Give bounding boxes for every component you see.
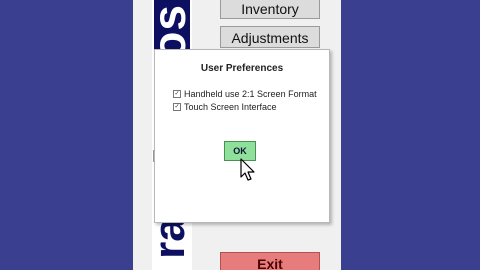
touch-screen-checkbox[interactable]: ✓	[173, 103, 181, 111]
handheld-format-label: Handheld use 2:1 Screen Format	[184, 89, 317, 99]
mouse-pointer-icon	[240, 158, 255, 181]
handheld-format-checkbox[interactable]: ✓	[173, 90, 181, 98]
dialog-title: User Preferences	[200, 63, 284, 74]
exit-button[interactable]: Exit	[220, 252, 320, 270]
user-preferences-dialog: User Preferences ✓ Handheld use 2:1 Scre…	[154, 49, 330, 223]
adjustments-button[interactable]: Adjustments	[220, 26, 320, 48]
touch-screen-label: Touch Screen Interface	[184, 102, 277, 112]
option-touch-screen[interactable]: ✓ Touch Screen Interface	[173, 102, 277, 112]
inventory-button[interactable]: Inventory	[220, 0, 320, 19]
option-handheld-format[interactable]: ✓ Handheld use 2:1 Screen Format	[173, 89, 317, 99]
